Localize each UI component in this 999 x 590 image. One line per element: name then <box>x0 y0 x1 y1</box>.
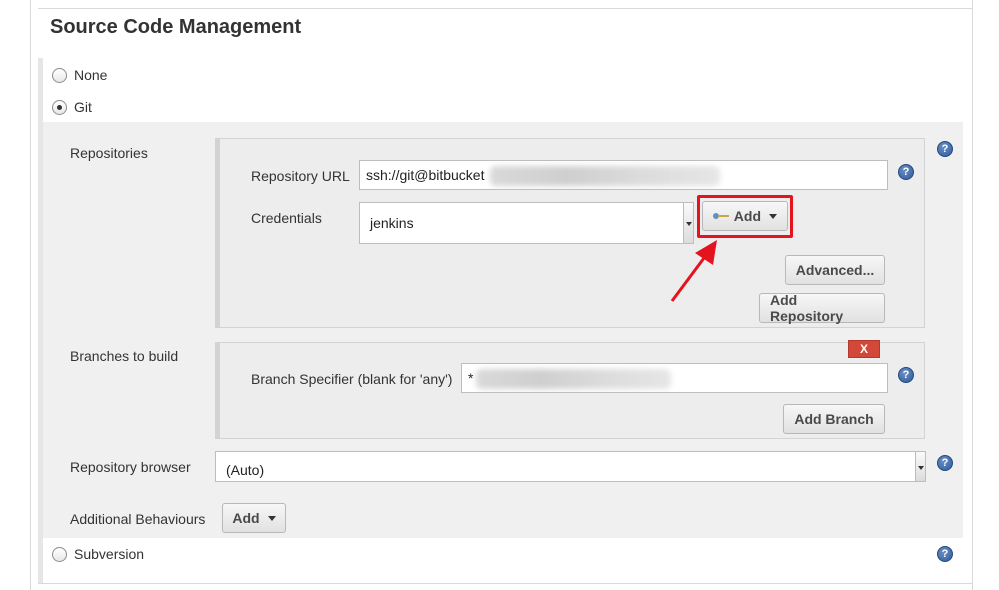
scm-option-none-label: None <box>74 67 108 83</box>
caret-down-icon <box>915 452 925 481</box>
repository-url-label: Repository URL <box>251 168 350 184</box>
advanced-button-label: Advanced... <box>795 262 875 278</box>
help-icon[interactable]: ? <box>898 164 914 180</box>
repository-url-input[interactable]: ssh://git@bitbucket <box>359 160 888 190</box>
add-behaviour-button[interactable]: Add <box>222 503 286 533</box>
repository-browser-value: (Auto) <box>226 462 265 478</box>
radio-icon[interactable] <box>52 546 67 562</box>
branches-label: Branches to build <box>70 348 179 364</box>
scm-option-git[interactable]: Git <box>52 99 92 115</box>
highlight-box <box>697 195 793 238</box>
top-divider <box>38 8 972 9</box>
arrow-icon <box>670 240 717 302</box>
help-icon[interactable]: ? <box>937 141 953 157</box>
delete-branch-button[interactable]: X <box>848 340 880 358</box>
add-repository-button[interactable]: Add Repository <box>759 292 885 324</box>
scm-option-subversion-label: Subversion <box>74 546 145 562</box>
scm-option-none[interactable]: None <box>52 67 107 83</box>
repository-browser-label: Repository browser <box>70 459 191 475</box>
add-behaviour-label: Add <box>232 510 260 526</box>
credentials-label: Credentials <box>251 210 322 226</box>
add-branch-label: Add Branch <box>794 411 874 427</box>
scm-option-git-label: Git <box>74 99 92 115</box>
redacted-branch <box>476 369 671 389</box>
repository-browser-select[interactable]: (Auto) <box>215 451 926 482</box>
advanced-button[interactable]: Advanced... <box>785 255 885 285</box>
repository-url-value: ssh://git@bitbucket <box>366 167 485 183</box>
radio-icon[interactable] <box>52 99 67 115</box>
branch-specifier-label: Branch Specifier (blank for 'any') <box>251 371 453 387</box>
redacted-url <box>490 166 720 186</box>
bottom-divider <box>38 583 972 584</box>
section-title: Source Code Management <box>50 16 302 38</box>
credentials-select[interactable]: jenkins <box>359 202 694 244</box>
radio-icon[interactable] <box>52 67 67 83</box>
caret-down-icon <box>267 515 276 521</box>
branch-specifier-input[interactable]: * <box>461 363 888 393</box>
add-repository-label: Add Repository <box>770 292 844 324</box>
help-icon[interactable]: ? <box>898 367 914 383</box>
help-icon[interactable]: ? <box>937 546 953 562</box>
branch-specifier-value: * <box>468 370 474 386</box>
repositories-label: Repositories <box>70 145 148 161</box>
scm-option-subversion[interactable]: Subversion <box>52 546 144 562</box>
add-branch-button[interactable]: Add Branch <box>783 404 885 434</box>
credentials-value: jenkins <box>370 215 414 231</box>
help-icon[interactable]: ? <box>937 455 953 471</box>
additional-behaviours-label: Additional Behaviours <box>70 511 206 527</box>
